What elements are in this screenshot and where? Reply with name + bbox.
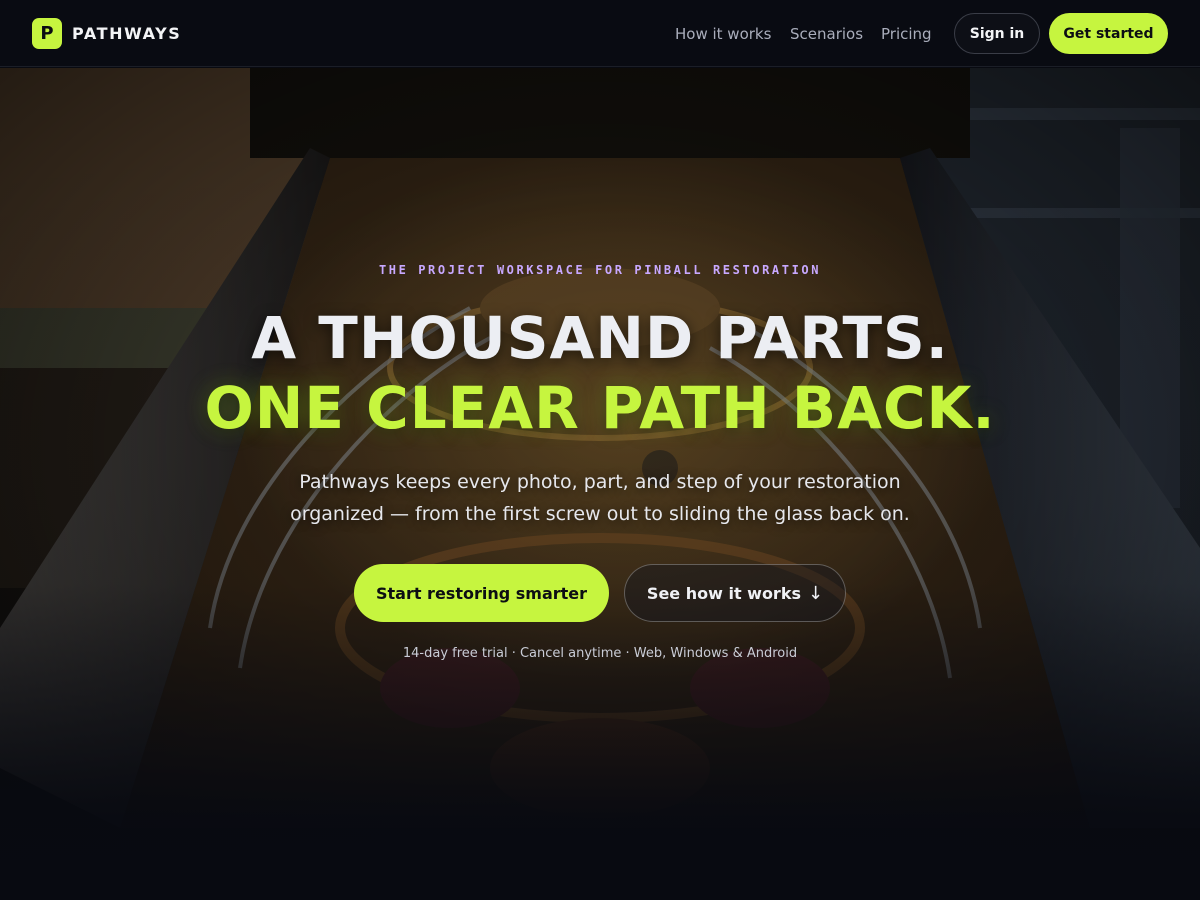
start-restoring-button[interactable]: Start restoring smarter [354, 564, 609, 622]
hero-content: THE PROJECT WORKSPACE FOR PINBALL RESTOR… [0, 68, 1200, 900]
brand-name: PATHWAYS [72, 23, 182, 43]
see-how-it-works-button[interactable]: See how it works ↓ [624, 564, 846, 622]
hero-subcopy: Pathways keeps every photo, part, and st… [290, 471, 910, 525]
sign-in-button[interactable]: Sign in [954, 13, 1040, 54]
hero-fineprint: 14-day free trial · Cancel anytime · Web… [402, 646, 798, 661]
nav-link-how-it-works[interactable]: How it works [675, 22, 771, 46]
see-how-it-works-label: See how it works [646, 583, 801, 603]
brand-logo[interactable]: P PATHWAYS [32, 17, 181, 49]
get-started-button[interactable]: Get started [1049, 13, 1168, 54]
hero-headline-line-1: A THOUSAND PARTS. [251, 304, 949, 372]
arrow-down-icon: ↓ [807, 582, 824, 604]
hero-section: THE PROJECT WORKSPACE FOR PINBALL RESTOR… [0, 68, 1200, 900]
hero-eyebrow: THE PROJECT WORKSPACE FOR PINBALL RESTOR… [378, 263, 822, 277]
hero-headline-line-2: ONE CLEAR PATH BACK. [204, 374, 996, 442]
logo-mark-icon: P [32, 17, 62, 49]
nav-link-pricing[interactable]: Pricing [881, 22, 932, 46]
nav-link-scenarios[interactable]: Scenarios [790, 22, 863, 46]
top-navigation: P PATHWAYS How it works Scenarios Pricin… [0, 0, 1200, 67]
